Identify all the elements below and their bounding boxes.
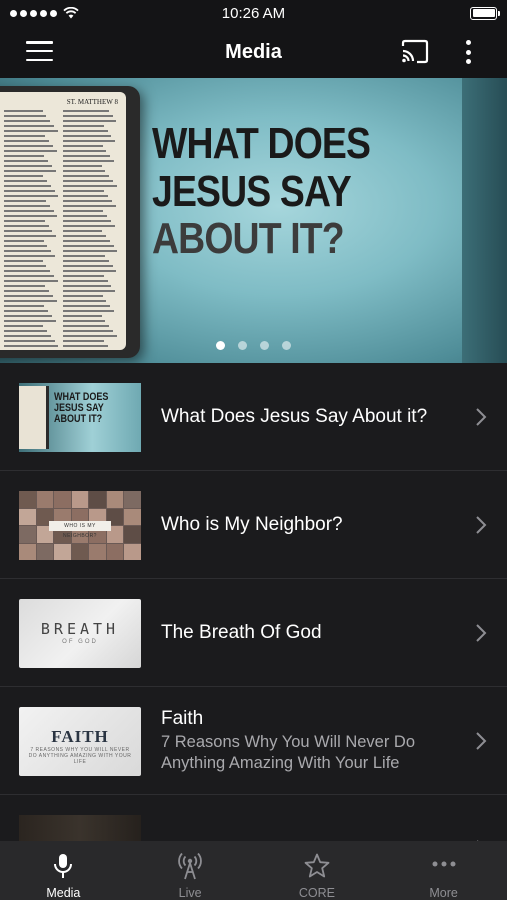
- list-item-title: What Does Jesus Say About it?: [161, 406, 428, 427]
- list-item-title: The Breath Of God: [161, 622, 322, 643]
- thumbnail: [19, 815, 141, 841]
- tab-label: Media: [46, 886, 81, 900]
- face-tile: [124, 491, 141, 508]
- page-dot[interactable]: [260, 341, 269, 350]
- face-tile: [71, 491, 89, 508]
- bible-text-column: [4, 110, 59, 350]
- banner-title-line: JESUS SAY: [152, 166, 352, 216]
- face-tile: [36, 491, 54, 508]
- face-tile: [124, 508, 141, 525]
- thumbnail: WHAT DOES JESUS SAY ABOUT IT?: [19, 383, 141, 452]
- list-item-subtitle: 7 Reasons Why You Will Never Do Anything…: [161, 733, 416, 772]
- wifi-icon: [63, 7, 79, 19]
- thumbnail-text: 7 REASONS WHY YOU WILL NEVER DO ANYTHING…: [28, 747, 132, 765]
- face-tile: [36, 543, 54, 560]
- face-tile: [106, 491, 124, 508]
- list-item[interactable]: WHAT DOES JESUS SAY ABOUT IT? What Does …: [0, 363, 507, 471]
- face-tile: [124, 543, 141, 560]
- tab-label: Live: [178, 886, 202, 900]
- nav-bar: Media: [0, 26, 507, 78]
- battery-level: [472, 9, 495, 17]
- tab-label: CORE: [298, 886, 335, 900]
- more-vertical-icon[interactable]: [460, 38, 476, 66]
- more-horizontal-icon: [432, 861, 456, 867]
- page-dot[interactable]: [238, 341, 247, 350]
- banner-title-line: ABOUT IT?: [152, 214, 345, 264]
- status-left: [10, 7, 79, 19]
- chevron-right-icon: [476, 516, 487, 534]
- thumbnail-text-line: ABOUT IT?: [54, 413, 103, 425]
- hamburger-menu-icon[interactable]: [26, 40, 53, 62]
- list-item-title: Who is My Neighbor?: [161, 514, 343, 535]
- battery-icon: [470, 6, 500, 20]
- page-title: Media: [225, 40, 282, 63]
- bible-text: [4, 110, 118, 350]
- chevron-right-icon: [476, 408, 487, 426]
- face-tile: [19, 526, 36, 543]
- thumbnail-text: BREATH: [40, 620, 120, 638]
- page-dot[interactable]: [216, 341, 225, 350]
- face-tile: [89, 491, 106, 508]
- tab-bar: Media Live CORE More: [0, 841, 507, 900]
- list-item[interactable]: BREATH OF GOD The Breath Of God: [0, 579, 507, 687]
- thumbnail-bible: [19, 386, 49, 449]
- face-tile: [106, 543, 124, 560]
- thumbnail-text: WHO IS MY NEIGHBOR?: [49, 521, 111, 539]
- thumbnail-text: FAITH: [51, 727, 109, 746]
- face-tile: [19, 508, 36, 525]
- thumbnail-text: WHAT DOES JESUS SAY ABOUT IT?: [54, 392, 108, 425]
- bible-image: ST. MATTHEW 8: [0, 86, 140, 358]
- media-list: WHAT DOES JESUS SAY ABOUT IT? What Does …: [0, 363, 507, 841]
- thumbnail-text: OF GOD: [62, 639, 98, 645]
- banner-title: WHAT DOES JESUS SAY ABOUT IT?: [152, 119, 371, 264]
- face-tile: [54, 491, 71, 508]
- broadcast-icon: [178, 852, 202, 880]
- tab-live[interactable]: Live: [127, 841, 254, 900]
- featured-banner[interactable]: ST. MATTHEW 8 WHAT DOES JESUS SAY ABOUT …: [0, 78, 507, 363]
- face-tile: [19, 491, 36, 508]
- list-item[interactable]: [0, 795, 507, 841]
- thumbnail: BREATH OF GOD: [19, 599, 141, 668]
- tab-more[interactable]: More: [380, 841, 507, 900]
- face-tile: [19, 543, 36, 560]
- star-icon: [304, 853, 330, 878]
- bible-header: ST. MATTHEW 8: [66, 98, 118, 106]
- tab-label: More: [429, 886, 458, 900]
- face-tile: [71, 543, 89, 560]
- face-tile: [124, 526, 141, 543]
- bible-text-column: [63, 110, 118, 350]
- tab-core[interactable]: CORE: [254, 841, 381, 900]
- banner-title-line: WHAT DOES: [152, 119, 371, 168]
- status-bar: 10:26 AM: [0, 0, 507, 26]
- chevron-right-icon: [476, 624, 487, 642]
- thumbnail: FAITH 7 REASONS WHY YOU WILL NEVER DO AN…: [19, 707, 141, 776]
- list-item[interactable]: WHO IS MY NEIGHBOR? Who is My Neighbor?: [0, 471, 507, 579]
- list-item-title: Faith: [161, 708, 204, 729]
- bible-page: ST. MATTHEW 8: [0, 92, 126, 350]
- chevron-right-icon: [476, 732, 487, 750]
- tab-media[interactable]: Media: [0, 841, 127, 900]
- banner-edge: [462, 78, 507, 363]
- face-tile: [89, 543, 106, 560]
- face-tile: [54, 543, 71, 560]
- cast-icon[interactable]: [400, 39, 430, 65]
- thumbnail: WHO IS MY NEIGHBOR?: [19, 491, 141, 560]
- page-dot[interactable]: [282, 341, 291, 350]
- microphone-icon: [54, 854, 73, 878]
- carousel-page-indicator[interactable]: [0, 341, 507, 350]
- list-item[interactable]: FAITH 7 REASONS WHY YOU WILL NEVER DO AN…: [0, 687, 507, 795]
- signal-strength-icon: [10, 9, 57, 17]
